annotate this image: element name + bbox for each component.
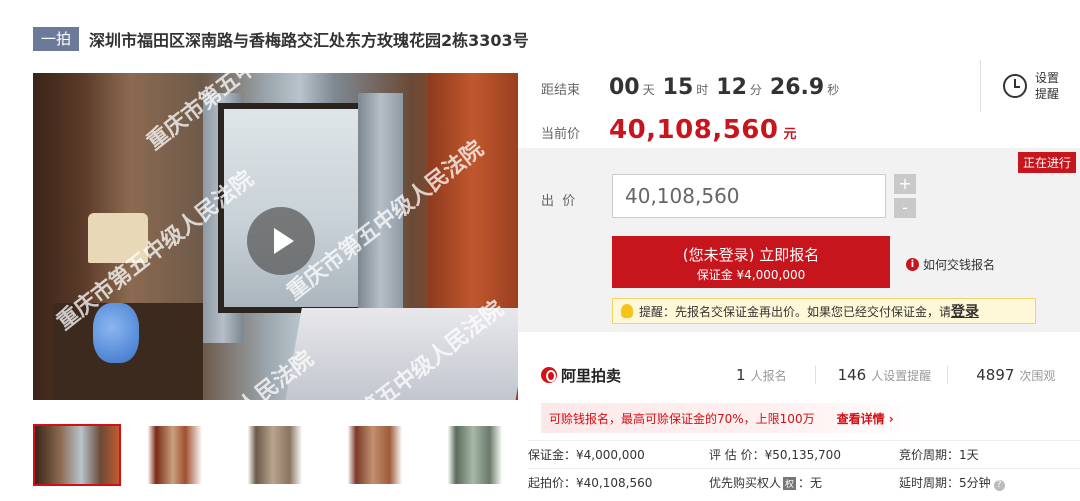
- tip-text: 提醒：先报名交保证金再出价。如果您已经交付保证金，请: [639, 304, 952, 319]
- countdown-seconds-unit: 秒: [827, 83, 840, 97]
- increase-bid-button[interactable]: +: [894, 174, 916, 194]
- current-price: 当前价 40,108,560 元: [541, 115, 797, 145]
- ali-auction-logo-text: 阿里拍卖: [561, 366, 622, 385]
- reminder-count-number: 146: [837, 366, 867, 384]
- countdown-seconds: 26.9: [769, 75, 825, 100]
- start-price: 起拍价：¥40,108,560: [528, 476, 653, 490]
- thumb-photo-5: [435, 426, 519, 484]
- bid-panel: 正在进行 出 价 40,108,560 + - (您未登录) 立即报名 保证金 …: [518, 148, 1080, 332]
- divider: [814, 366, 816, 384]
- divider: [947, 366, 949, 384]
- countdown-hours-unit: 时: [696, 83, 709, 97]
- signup-button[interactable]: (您未登录) 立即报名 保证金 ¥4,000,000: [612, 236, 890, 288]
- deposit-value: 保证金：¥4,000,000: [528, 448, 645, 462]
- decrease-bid-button[interactable]: -: [894, 198, 916, 218]
- current-price-value: 40,108,560: [609, 115, 779, 145]
- details-row: 起拍价：¥40,108,560 优先购买权人权：无 延时周期：5分钟?: [528, 468, 1080, 496]
- reminder-count: 146 人设置提醒: [838, 366, 932, 384]
- signup-button-label: (您未登录) 立即报名: [682, 246, 820, 264]
- lightbulb-icon: [621, 304, 633, 318]
- help-icon[interactable]: ?: [993, 480, 1005, 491]
- countdown-minutes-unit: 分: [749, 83, 762, 97]
- set-reminder-label: 设置提醒: [1035, 71, 1060, 101]
- signup-count: 1 人报名: [736, 366, 787, 384]
- credit-signup-text: 可赊钱报名，最高可赊保证金的70%，上限100万: [549, 411, 815, 426]
- bid-stepper: + -: [894, 174, 922, 222]
- stats-bar: 阿里拍卖 1 人报名 146 人设置提醒 4897 次围观: [518, 355, 1080, 395]
- page-title: 深圳市福田区深南路与香梅路交汇处东方玫瑰花园2栋3303号: [89, 31, 529, 50]
- thumb-photo-1: [35, 426, 119, 484]
- view-details-link[interactable]: 查看详情 ›: [837, 410, 894, 427]
- play-icon[interactable]: [247, 207, 315, 275]
- login-link[interactable]: 登录: [951, 301, 979, 321]
- ali-auction-logo: 阿里拍卖: [541, 365, 621, 386]
- thumbnail[interactable]: [433, 424, 521, 486]
- how-to-pay-label: 如何交钱报名: [923, 258, 996, 272]
- signup-deposit-label: 保证金 ¥4,000,000: [696, 268, 806, 282]
- appraisal-value: 评 估 价：¥50,135,700: [708, 448, 841, 462]
- auction-round-tag: 一拍: [33, 27, 80, 51]
- thumb-photo-4: [335, 426, 419, 484]
- countdown-hours: 15: [662, 75, 694, 100]
- priority-icon: 权: [783, 477, 797, 490]
- deposit-tip: 提醒：先报名交保证金再出价。如果您已经交付保证金，请 登录: [612, 298, 1036, 324]
- vase: [93, 303, 139, 363]
- credit-signup-banner: 可赊钱报名，最高可赊保证金的70%，上限100万 查看详情 ›: [541, 403, 921, 433]
- bidding-cycle: 竞价周期：1天: [899, 448, 979, 462]
- delay-cycle: 延时周期：5分钟?: [899, 474, 1080, 491]
- bid-label: 出 价: [541, 194, 576, 209]
- countdown-days: 00: [609, 75, 640, 100]
- signup-count-label: 人报名: [750, 369, 787, 383]
- countdown-days-unit: 天: [642, 83, 655, 97]
- thumbnail-strip: [33, 424, 533, 486]
- thumbnail[interactable]: [333, 424, 421, 486]
- page-header: 一拍 深圳市福田区深南路与香梅路交汇处东方玫瑰花园2栋3303号: [33, 26, 529, 52]
- countdown: 距结束 00 天 15 时 12 分 26.9 秒: [541, 75, 839, 100]
- signup-count-number: 1: [736, 366, 746, 384]
- how-to-pay-link[interactable]: i 如何交钱报名: [906, 256, 995, 273]
- clock-icon: [1003, 74, 1027, 98]
- view-count-label: 次围观: [1019, 369, 1056, 383]
- auction-info-panel: 距结束 00 天 15 时 12 分 26.9 秒 设置提醒 当前价 40,10…: [518, 55, 1080, 501]
- details-row: 保证金：¥4,000,000 评 估 价：¥50,135,700 竞价周期：1天: [528, 440, 1080, 468]
- status-badge: 正在进行: [1017, 152, 1076, 173]
- current-price-label: 当前价: [541, 127, 581, 142]
- auction-details: 保证金：¥4,000,000 评 估 价：¥50,135,700 竞价周期：1天…: [528, 440, 1080, 496]
- reminder-count-label: 人设置提醒: [871, 369, 932, 383]
- info-icon: i: [906, 258, 919, 271]
- bid-input[interactable]: 40,108,560: [612, 174, 886, 218]
- delay-cycle-label: 延时周期：5分钟: [899, 476, 991, 490]
- thumbnail[interactable]: [233, 424, 321, 486]
- priority-buyer-value: ：无: [798, 476, 823, 490]
- countdown-label: 距结束: [541, 83, 581, 98]
- view-count: 4897 次围观: [976, 366, 1055, 384]
- ali-auction-logo-icon: [541, 367, 557, 383]
- thumbnail[interactable]: [133, 424, 221, 486]
- priority-buyer-label: 优先购买权人: [708, 476, 781, 490]
- main-photo[interactable]: 重庆市第五中级人民法院 重庆市第五中级人民法院 重庆市第五中级人民法院 重庆市第…: [33, 73, 518, 400]
- thumbnail[interactable]: [33, 424, 121, 486]
- countdown-minutes: 12: [716, 75, 747, 100]
- set-reminder-button[interactable]: 设置提醒: [980, 60, 1065, 112]
- thumb-photo-3: [235, 426, 319, 484]
- view-count-number: 4897: [976, 366, 1015, 384]
- priority-buyer: 优先购买权人权：无: [709, 474, 899, 491]
- thumb-photo-2: [135, 426, 219, 484]
- current-price-unit: 元: [783, 127, 797, 142]
